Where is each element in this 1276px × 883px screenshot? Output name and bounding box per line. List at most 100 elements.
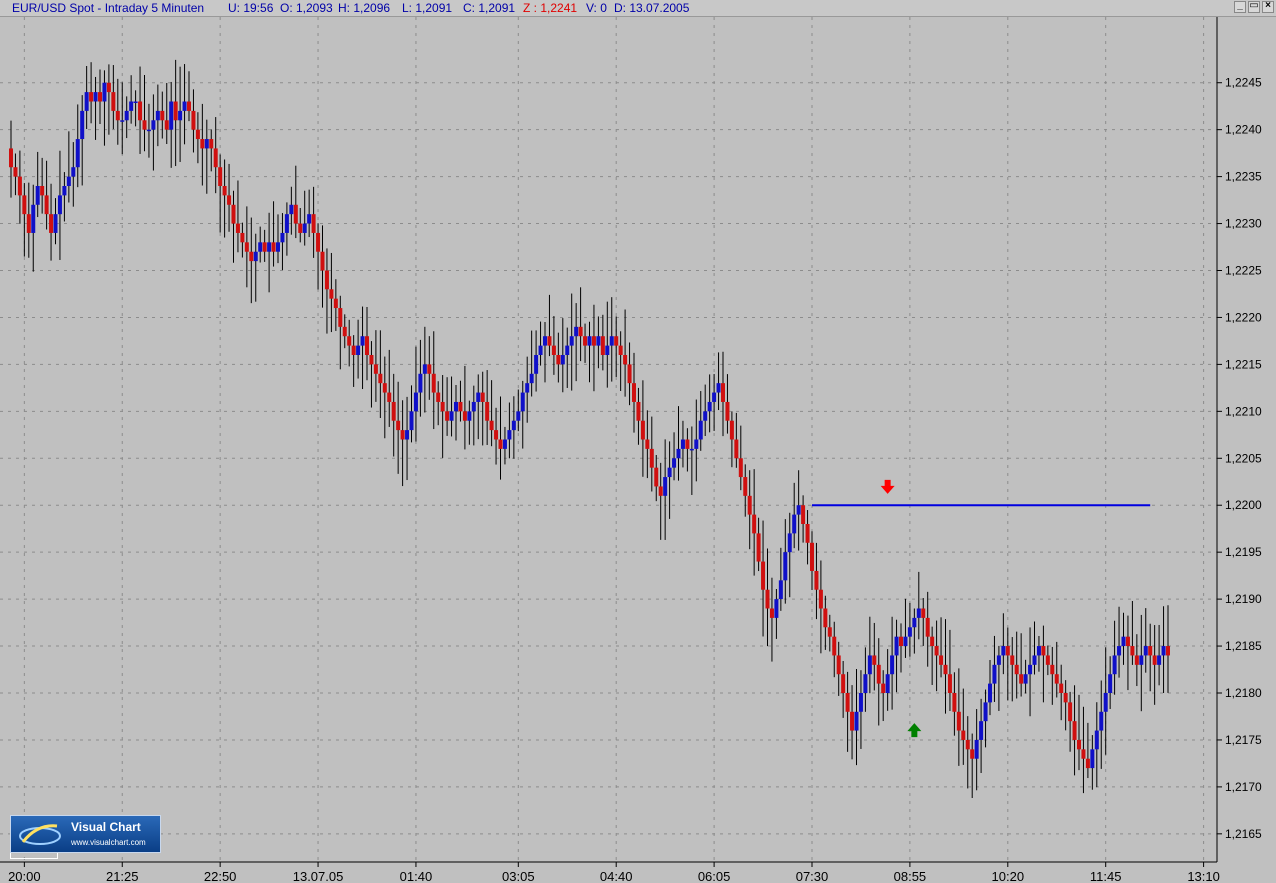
title-field-6: Z : 1,2241 — [523, 1, 578, 15]
candle-body — [427, 364, 432, 374]
candle-body — [1143, 646, 1148, 656]
candle-body — [983, 702, 988, 722]
candle-body — [996, 655, 1001, 665]
candle-body — [356, 345, 361, 355]
minimize-button[interactable]: _ — [1234, 0, 1246, 13]
title-field-2: O: 1,2093 — [280, 1, 333, 15]
candle-body — [271, 242, 276, 252]
candle-body — [195, 129, 200, 140]
y-tick-label: 1,2180 — [1225, 686, 1262, 700]
candle-body — [311, 214, 316, 233]
candle-body — [810, 542, 814, 571]
candle-body — [1036, 646, 1041, 656]
candle-body — [13, 167, 18, 177]
candle-body — [858, 693, 863, 712]
candle-body — [1130, 646, 1135, 656]
candle-body — [1085, 758, 1090, 769]
candle-body — [1072, 721, 1077, 740]
y-tick-label: 1,2215 — [1225, 357, 1262, 371]
candle-body — [591, 336, 596, 346]
candle-body — [587, 336, 592, 346]
candle-body — [22, 195, 27, 215]
candle-body — [182, 101, 187, 111]
candle-body — [324, 270, 329, 290]
candle-body — [1023, 674, 1028, 684]
candle-body — [213, 148, 218, 168]
candle-body — [462, 411, 467, 421]
candle-body — [676, 448, 681, 459]
candle-body — [903, 636, 908, 647]
title-field-7: V: 0 — [586, 1, 607, 15]
candle-body — [80, 110, 85, 140]
candle-body — [382, 383, 387, 393]
candle-body — [436, 392, 441, 402]
x-tick-label: 10:20 — [992, 869, 1025, 883]
price-chart[interactable]: 1,2165 1,2170 1,2175 1,2180 1,2185 1,2190 1,21… — [0, 0, 1276, 883]
visual-chart-logo: Visual Chart www.visualchart.com — [10, 815, 161, 853]
candle-body — [360, 336, 365, 346]
candle-body — [685, 439, 690, 449]
candle-body — [583, 336, 588, 346]
candle-body — [458, 401, 463, 412]
candle-body — [9, 148, 13, 168]
candle-body — [663, 477, 668, 496]
candle-body — [155, 110, 160, 121]
y-tick-label: 1,2195 — [1225, 545, 1262, 559]
candle-body — [231, 204, 236, 224]
candle-body — [974, 739, 979, 759]
candle-body — [191, 110, 196, 130]
candle-body — [716, 383, 721, 393]
y-tick-label: 1,2165 — [1225, 827, 1262, 841]
candle-body — [1014, 664, 1019, 675]
candle-body — [823, 608, 828, 628]
candle-body — [307, 214, 312, 224]
candle-body — [1001, 646, 1006, 656]
candle-body — [405, 430, 410, 440]
candle-body — [787, 533, 792, 553]
candle-body — [494, 430, 499, 440]
minimize-icon: _ — [1237, 0, 1243, 11]
candle-body — [89, 92, 94, 102]
candle-body — [890, 655, 895, 675]
restore-button[interactable]: ▭ — [1248, 0, 1260, 13]
candle-body — [649, 448, 654, 468]
candle-body — [961, 730, 966, 740]
candle-body — [703, 411, 708, 421]
candle-body — [609, 336, 614, 346]
close-button[interactable]: × — [1262, 0, 1274, 13]
candle-body — [721, 383, 725, 402]
candle-body — [578, 326, 583, 337]
candle-body — [867, 655, 872, 675]
candle-body — [596, 336, 601, 346]
candle-body — [440, 401, 445, 412]
candle-body — [413, 392, 418, 412]
candle-body — [1054, 674, 1059, 684]
candle-body — [467, 411, 472, 421]
logo-swoosh-icon — [19, 824, 61, 845]
title-field-4: L: 1,2091 — [402, 1, 453, 15]
candle-body — [351, 345, 356, 355]
candle-body — [632, 383, 636, 402]
candle-body — [1161, 646, 1166, 656]
candle-body — [979, 721, 984, 740]
candle-body — [640, 420, 645, 440]
title-field-8: D: 13.07.2005 — [614, 1, 690, 15]
candle-body — [476, 392, 481, 402]
candle-body — [387, 392, 392, 402]
x-axis: 20:00 21:25 22:50 13.07.05 01:40 03:05 04:40 06… — [8, 862, 1220, 883]
candle-body — [792, 514, 797, 534]
candle-body — [169, 101, 174, 130]
candle-body — [627, 364, 632, 384]
x-tick-label: 22:50 — [204, 869, 237, 883]
candle-body — [267, 242, 272, 252]
candle-body — [988, 683, 992, 703]
candle-body — [694, 439, 699, 449]
candle-body — [120, 120, 125, 122]
candle-body — [756, 533, 761, 562]
candle-body — [244, 242, 249, 252]
candle-body — [743, 477, 748, 496]
candle-body — [1090, 749, 1095, 769]
candle-body — [102, 82, 107, 102]
candle-body — [863, 674, 868, 693]
candle-body — [805, 524, 810, 543]
